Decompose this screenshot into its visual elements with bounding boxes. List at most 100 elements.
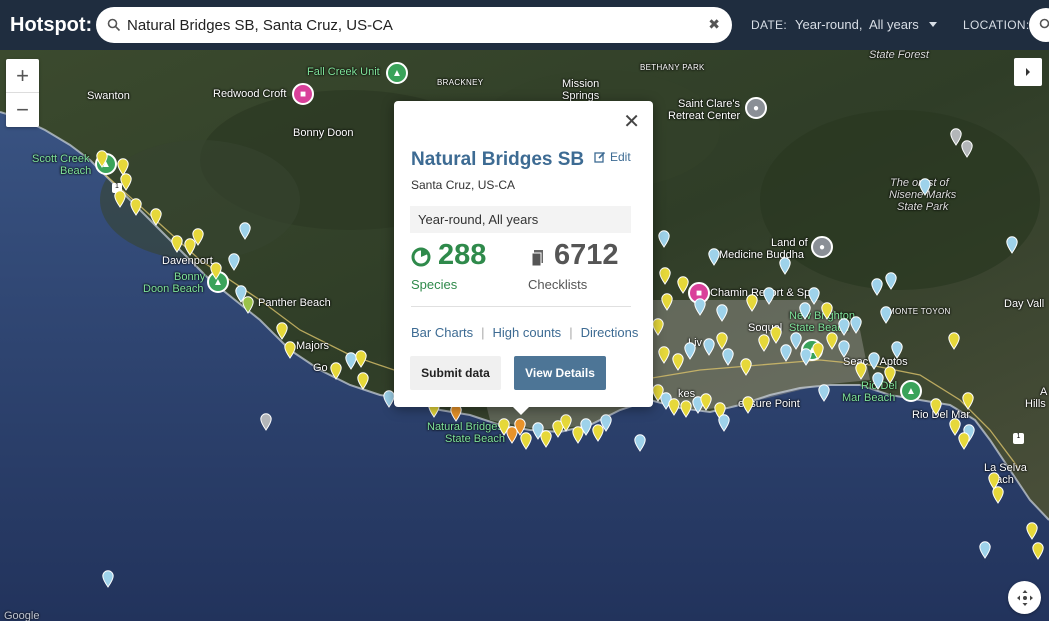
hotspot-pin-icon[interactable] [652,318,664,336]
hotspot-pin-icon[interactable] [580,418,592,436]
hotspot-pin-icon[interactable] [672,353,684,371]
hotspot-pin-icon[interactable] [520,432,532,450]
hotspot-pin-icon[interactable] [284,341,296,359]
lodging-poi-icon[interactable]: ■ [292,83,314,105]
place-poi-icon[interactable]: ● [745,97,767,119]
hotspot-pin-icon[interactable] [770,326,782,344]
hotspot-pin-icon[interactable] [919,178,931,196]
hotspot-pin-icon[interactable] [1006,236,1018,254]
hotspot-pin-icon[interactable] [800,348,812,366]
hotspot-search[interactable]: ✖ [96,7,732,43]
hotspot-pin-icon[interactable] [885,272,897,290]
hotspot-pin-icon[interactable] [355,350,367,368]
hotspot-pin-icon[interactable] [746,294,758,312]
hotspot-pin-icon[interactable] [171,235,183,253]
hotspot-pin-icon[interactable] [872,372,884,390]
hotspot-pin-icon[interactable] [812,342,824,360]
hotspot-pin-icon[interactable] [1032,542,1044,560]
hotspot-pin-icon[interactable] [855,362,867,380]
hotspot-pin-icon[interactable] [962,392,974,410]
hotspot-pin-icon[interactable] [979,541,991,559]
directions-link[interactable]: Directions [581,325,639,340]
hotspot-pin-icon[interactable] [992,486,1004,504]
hotspot-pin-icon[interactable] [694,298,706,316]
hotspot-pin-icon[interactable] [239,222,251,240]
hotspot-pin-icon[interactable] [560,414,572,432]
clear-search-icon[interactable]: ✖ [708,16,720,33]
hotspot-pin-icon[interactable] [708,248,720,266]
hotspot-pin-icon[interactable] [684,342,696,360]
hotspot-pin-icon[interactable] [260,413,272,431]
species-icon [411,247,431,267]
zoom-in-button[interactable]: + [6,59,39,93]
close-popup-icon[interactable]: ✕ [623,112,640,132]
date-dropdown[interactable]: Year-round, All years [795,17,937,32]
hotspot-pin-icon[interactable] [763,287,775,305]
hotspot-pin-icon[interactable] [868,352,880,370]
hotspot-pin-icon[interactable] [961,140,973,158]
hotspot-pin-icon[interactable] [658,346,670,364]
zoom-out-button[interactable]: − [6,93,39,127]
hotspot-pin-icon[interactable] [826,332,838,350]
hotspot-pin-icon[interactable] [958,432,970,450]
hotspot-pin-icon[interactable] [716,304,728,322]
hotspot-pin-icon[interactable] [114,190,126,208]
hotspot-title[interactable]: Natural Bridges SB [411,149,584,171]
hotspot-pin-icon[interactable] [661,293,673,311]
expand-panel-button[interactable] [1014,58,1042,86]
location-search-button[interactable] [1029,8,1049,42]
submit-data-button[interactable]: Submit data [410,356,501,390]
hotspot-pin-icon[interactable] [276,322,288,340]
park-poi-icon[interactable]: ▲ [900,380,922,402]
hotspot-pin-icon[interactable] [930,398,942,416]
hotspot-pin-icon[interactable] [742,396,754,414]
high-counts-link[interactable]: High counts [493,325,562,340]
hotspot-pin-icon[interactable] [838,318,850,336]
location-label: LOCATION: [963,18,1030,32]
hotspot-pin-icon[interactable] [884,366,896,384]
hotspot-pin-icon[interactable] [818,384,830,402]
hotspot-pin-icon[interactable] [718,414,730,432]
hotspot-pin-icon[interactable] [680,400,692,418]
hotspot-pin-icon[interactable] [880,306,892,324]
view-details-button[interactable]: View Details [514,356,606,390]
hotspot-pin-icon[interactable] [891,341,903,359]
hotspot-pin-icon[interactable] [779,257,791,275]
hotspot-pin-icon[interactable] [210,262,222,280]
bar-charts-link[interactable]: Bar Charts [411,325,473,340]
hotspot-pin-icon[interactable] [102,570,114,588]
recenter-button[interactable] [1008,581,1041,614]
hotspot-pin-icon[interactable] [150,208,162,226]
hotspot-pin-icon[interactable] [948,332,960,350]
hotspot-pin-icon[interactable] [330,362,342,380]
hotspot-pin-icon[interactable] [600,414,612,432]
hotspot-pin-icon[interactable] [758,334,770,352]
park-poi-icon[interactable]: ▲ [386,62,408,84]
hotspot-pin-icon[interactable] [740,358,752,376]
hotspot-pin-icon[interactable] [668,398,680,416]
hotspot-pin-icon[interactable] [1026,522,1038,540]
hotspot-pin-icon[interactable] [677,276,689,294]
hotspot-pin-icon[interactable] [192,228,204,246]
hotspot-pin-icon[interactable] [357,372,369,390]
hotspot-pin-icon[interactable] [850,316,862,334]
hotspot-pin-icon[interactable] [120,173,132,191]
hotspot-pin-icon[interactable] [838,340,850,358]
hotspot-pin-icon[interactable] [242,296,254,314]
hotspot-pin-icon[interactable] [700,393,712,411]
hotspot-pin-icon[interactable] [228,253,240,271]
hotspot-pin-icon[interactable] [658,230,670,248]
hotspot-pin-icon[interactable] [96,150,108,168]
hotspot-pin-icon[interactable] [808,287,820,305]
hotspot-search-input[interactable] [127,16,687,34]
hotspot-pin-icon[interactable] [821,302,833,320]
hotspot-pin-icon[interactable] [703,338,715,356]
hotspot-pin-icon[interactable] [634,434,646,452]
edit-button[interactable]: Edit [594,150,631,164]
hotspot-pin-icon[interactable] [871,278,883,296]
hotspot-pin-icon[interactable] [540,430,552,448]
place-poi-icon[interactable]: ● [811,236,833,258]
hotspot-pin-icon[interactable] [130,198,142,216]
hotspot-pin-icon[interactable] [659,267,671,285]
hotspot-pin-icon[interactable] [722,348,734,366]
